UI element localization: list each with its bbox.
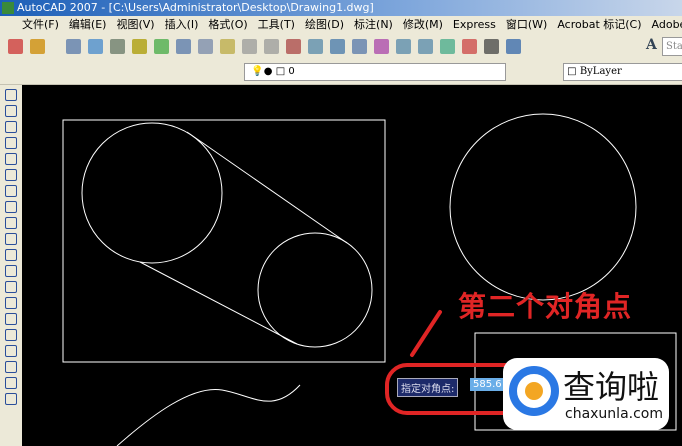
draw-tool-icon[interactable]: [5, 393, 17, 405]
menu-acrobat[interactable]: Acrobat 标记(C): [557, 18, 641, 31]
menu-view[interactable]: 视图(V): [116, 18, 154, 31]
text-style-dropdown[interactable]: Sta: [662, 37, 682, 56]
text-style-icon[interactable]: A: [646, 37, 657, 53]
draw-tool-icon[interactable]: [5, 361, 17, 373]
draw-toolbar: [0, 85, 22, 446]
draw-tool-icon[interactable]: [5, 345, 17, 357]
menu-bar: 文件(F) 编辑(E) 视图(V) 插入(I) 格式(O) 工具(T) 绘图(D) 标注(N)…: [0, 16, 682, 34]
toolbar-button-icon[interactable]: [484, 39, 499, 54]
toolbar-button-icon[interactable]: [132, 39, 147, 54]
toolbar-button-icon[interactable]: [330, 39, 345, 54]
layer-dropdown[interactable]: 💡● □ 0: [244, 63, 506, 81]
toolbar-button-icon[interactable]: [374, 39, 389, 54]
watermark-cn: 查询啦: [563, 368, 660, 406]
draw-tool-icon[interactable]: [5, 217, 17, 229]
draw-tool-icon[interactable]: [5, 249, 17, 261]
toolbar-button-icon[interactable]: [220, 39, 235, 54]
draw-tool-icon[interactable]: [5, 185, 17, 197]
annotation-pointer: [410, 310, 442, 357]
menu-modify[interactable]: 修改(M): [403, 18, 443, 31]
annotation-text: 第二个对角点: [458, 290, 633, 323]
draw-tool-icon[interactable]: [5, 89, 17, 101]
draw-tool-icon[interactable]: [5, 265, 17, 277]
draw-tool-icon[interactable]: [5, 377, 17, 389]
standard-toolbar: [0, 34, 682, 61]
menu-express[interactable]: Express: [453, 18, 496, 31]
draw-tool-icon[interactable]: [5, 105, 17, 117]
autocad-app-icon: [2, 2, 14, 14]
draw-tool-icon[interactable]: [5, 169, 17, 181]
draw-tool-icon[interactable]: [5, 233, 17, 245]
draw-tool-icon[interactable]: [5, 281, 17, 293]
draw-tool-icon[interactable]: [5, 121, 17, 133]
menu-draw[interactable]: 绘图(D): [305, 18, 344, 31]
circle-right: [449, 113, 637, 301]
menu-dimension[interactable]: 标注(N): [354, 18, 393, 31]
color-dropdown[interactable]: □ ByLayer: [563, 63, 682, 81]
toolbar-button-icon[interactable]: [440, 39, 455, 54]
toolbar-button-icon[interactable]: [264, 39, 279, 54]
toolbar-button-icon[interactable]: [110, 39, 125, 54]
draw-tool-icon[interactable]: [5, 297, 17, 309]
circle-large: [81, 122, 223, 264]
dynamic-input-prompt: 指定对角点:: [397, 378, 459, 397]
menu-window[interactable]: 窗口(W): [506, 18, 547, 31]
draw-tool-icon[interactable]: [5, 137, 17, 149]
window-title: AutoCAD 2007 - [C:\Users\Administrator\D…: [17, 1, 374, 14]
toolbar-button-icon[interactable]: [88, 39, 103, 54]
tangent-line-top: [186, 131, 348, 244]
toolbar-button-icon[interactable]: [176, 39, 191, 54]
draw-tool-icon[interactable]: [5, 153, 17, 165]
toolbar-button-icon[interactable]: [352, 39, 367, 54]
menu-format[interactable]: 格式(O): [208, 18, 247, 31]
menu-adobe[interactable]: Adobe: [652, 18, 682, 31]
draw-tool-icon[interactable]: [5, 201, 17, 213]
rectangle: [62, 119, 386, 363]
watermark-en: chaxunla.com: [565, 406, 663, 422]
menu-file[interactable]: 文件(F): [22, 18, 59, 31]
toolbar-button-icon[interactable]: [308, 39, 323, 54]
toolbar-button-icon[interactable]: [506, 39, 521, 54]
watermark-logo-icon: [509, 366, 559, 416]
toolbar-button-icon[interactable]: [462, 39, 477, 54]
toolbar-button-icon[interactable]: [30, 39, 45, 54]
menu-tools[interactable]: 工具(T): [258, 18, 295, 31]
toolbar-button-icon[interactable]: [286, 39, 301, 54]
tangent-line-bottom: [139, 261, 298, 345]
menu-edit[interactable]: 编辑(E): [69, 18, 107, 31]
menu-insert[interactable]: 插入(I): [165, 18, 199, 31]
toolbar-button-icon[interactable]: [154, 39, 169, 54]
color-value: ByLayer: [579, 66, 622, 77]
toolbar-button-icon[interactable]: [242, 39, 257, 54]
toolbar-button-icon[interactable]: [198, 39, 213, 54]
toolbar-button-icon[interactable]: [8, 39, 23, 54]
toolbar-button-icon[interactable]: [418, 39, 433, 54]
toolbar-button-icon[interactable]: [66, 39, 81, 54]
layer-name: 0: [288, 66, 295, 77]
spline-curve: [116, 384, 301, 446]
draw-tool-icon[interactable]: [5, 329, 17, 341]
toolbar-button-icon[interactable]: [396, 39, 411, 54]
circle-small: [257, 232, 373, 348]
title-bar: AutoCAD 2007 - [C:\Users\Administrator\D…: [0, 0, 682, 16]
watermark: 查询啦 chaxunla.com: [503, 358, 669, 430]
draw-tool-icon[interactable]: [5, 313, 17, 325]
